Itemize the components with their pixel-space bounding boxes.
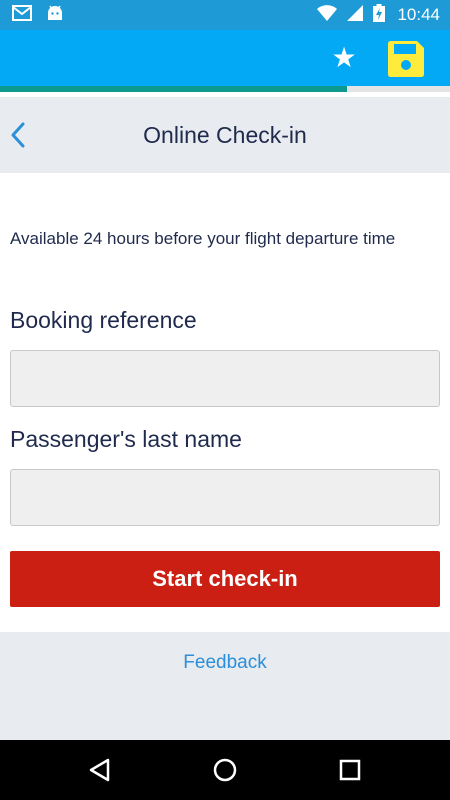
- home-circle-icon[interactable]: [209, 754, 241, 786]
- signal-icon: [347, 4, 364, 26]
- recents-square-icon[interactable]: [334, 754, 366, 786]
- last-name-input[interactable]: [10, 469, 440, 526]
- status-right: 10:44: [317, 3, 440, 27]
- booking-reference-label: Booking reference: [10, 307, 197, 333]
- battery-charging-icon: [373, 3, 386, 27]
- last-name-label: Passenger's last name: [10, 426, 242, 452]
- nav-bar: [0, 740, 450, 800]
- progress-fill: [0, 86, 347, 92]
- page-title: Online Check-in: [143, 121, 307, 148]
- start-check-in-button[interactable]: Start check-in: [10, 551, 440, 607]
- gmail-icon: [12, 4, 32, 26]
- progress-bar: [0, 86, 450, 92]
- footer: Feedback: [0, 632, 450, 740]
- back-triangle-icon[interactable]: [84, 754, 116, 786]
- star-icon[interactable]: ★: [326, 42, 362, 74]
- app-bar: ★: [0, 30, 450, 86]
- availability-text: Available 24 hours before your flight de…: [10, 229, 396, 248]
- feedback-link[interactable]: Feedback: [0, 652, 450, 674]
- screen: 10:44 ★ Online Check-in Available 24 hou…: [0, 0, 450, 800]
- status-bar: 10:44: [0, 0, 450, 30]
- page-header: Online Check-in: [0, 97, 450, 173]
- save-icon[interactable]: [386, 39, 426, 79]
- status-time: 10:44: [397, 5, 440, 24]
- booking-reference-input[interactable]: [10, 350, 440, 407]
- wifi-icon: [317, 4, 338, 26]
- status-left: [12, 4, 64, 26]
- android-icon: [46, 5, 64, 26]
- chevron-left-icon[interactable]: [4, 117, 32, 153]
